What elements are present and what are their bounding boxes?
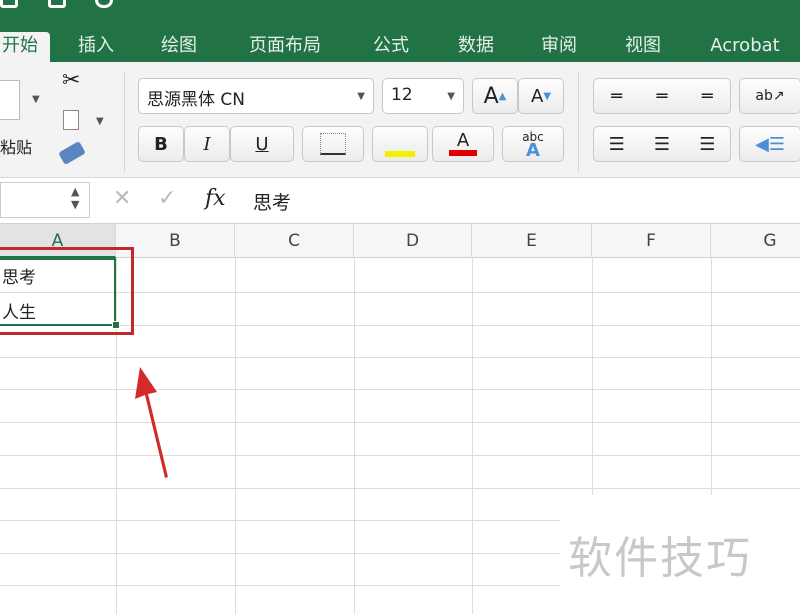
tab-home[interactable]: 开始 <box>0 32 50 62</box>
tab-insert[interactable]: 插入 <box>70 32 122 62</box>
annotation-arrow <box>135 367 168 478</box>
paste-label[interactable]: 粘贴 <box>0 134 32 158</box>
chevron-down-icon[interactable]: ▼ <box>32 94 40 105</box>
column-header-c[interactable]: C <box>235 224 354 258</box>
align-center-icon[interactable]: ☰ <box>654 134 670 155</box>
copy-icon[interactable] <box>63 110 79 130</box>
chevron-down-icon[interactable]: ▼ <box>96 116 104 127</box>
cut-icon[interactable]: ✂ <box>62 68 80 93</box>
align-middle-icon[interactable]: ═ <box>657 86 668 107</box>
stepper-icon[interactable]: ▲ ▼ <box>71 185 79 211</box>
cancel-icon[interactable]: ✕ <box>113 186 131 211</box>
tab-draw[interactable]: 绘图 <box>153 32 205 62</box>
ribbon: ▼ 粘贴 ✂ ▼ 思源黑体 CN ▼ 12 ▼ A ▲ A ▼ B I U A abc A… <box>0 62 800 178</box>
fill-color-icon <box>385 151 415 157</box>
font-name-value: 思源黑体 CN <box>147 90 245 110</box>
name-box[interactable]: ▲ ▼ <box>0 182 90 218</box>
tab-page-layout[interactable]: 页面布局 <box>240 32 330 62</box>
font-size-select[interactable]: 12 ▼ <box>382 78 464 114</box>
increase-font-size-button[interactable]: A ▲ <box>472 78 518 114</box>
tab-acrobat[interactable]: Acrobat <box>700 32 790 62</box>
align-top-icon[interactable]: ═ <box>611 86 622 107</box>
column-header-f[interactable]: F <box>592 224 711 258</box>
fx-icon[interactable]: fx <box>205 186 226 211</box>
decrease-font-size-button[interactable]: A ▼ <box>518 78 564 114</box>
text-style-button[interactable]: abc A <box>502 126 564 162</box>
format-painter-icon[interactable] <box>58 140 86 166</box>
tab-data[interactable]: 数据 <box>450 32 502 62</box>
vertical-align-group[interactable]: ═ ═ ═ <box>593 78 731 114</box>
chevron-down-icon: ▼ <box>357 91 365 102</box>
font-color-icon <box>449 150 477 156</box>
column-header-e[interactable]: E <box>472 224 592 258</box>
font-size-value: 12 <box>391 85 413 105</box>
align-bottom-icon[interactable]: ═ <box>702 86 713 107</box>
redo-icon[interactable] <box>95 0 113 8</box>
paste-icon[interactable] <box>0 80 20 120</box>
watermark-text: 软件技巧 <box>568 533 752 584</box>
font-color-button[interactable]: A <box>432 126 494 162</box>
borders-button[interactable] <box>302 126 364 162</box>
underline-button[interactable]: U <box>230 126 294 162</box>
formula-bar: ▲ ▼ ✕ ✓ fx 思考 <box>0 178 800 224</box>
italic-button[interactable]: I <box>184 126 230 162</box>
align-left-icon[interactable]: ☰ <box>609 134 625 155</box>
align-right-icon[interactable]: ☰ <box>699 134 715 155</box>
tab-view[interactable]: 视图 <box>617 32 669 62</box>
enter-icon[interactable]: ✓ <box>158 186 176 211</box>
tab-formulas[interactable]: 公式 <box>365 32 417 62</box>
chevron-down-icon: ▼ <box>447 91 455 102</box>
horizontal-align-group[interactable]: ☰ ☰ ☰ <box>593 126 731 162</box>
orientation-button[interactable]: ab↗ <box>739 78 800 114</box>
tab-review[interactable]: 审阅 <box>533 32 585 62</box>
annotation-box <box>0 247 134 335</box>
fill-color-button[interactable] <box>372 126 428 162</box>
font-name-select[interactable]: 思源黑体 CN ▼ <box>138 78 374 114</box>
borders-icon <box>320 133 346 155</box>
sidebar-icon[interactable] <box>0 0 18 8</box>
decrease-indent-button[interactable]: ◀☰ <box>739 126 800 162</box>
save-icon[interactable] <box>48 0 66 8</box>
bold-button[interactable]: B <box>138 126 184 162</box>
column-header-g[interactable]: G <box>711 224 800 258</box>
formula-input[interactable]: 思考 <box>253 188 291 215</box>
column-header-d[interactable]: D <box>354 224 472 258</box>
